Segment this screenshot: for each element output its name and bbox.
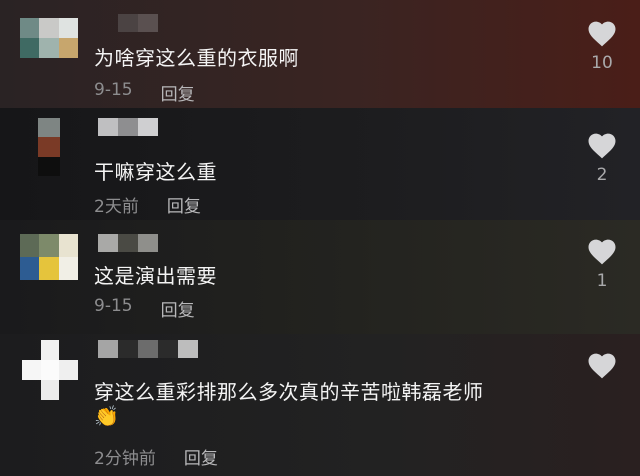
comment-meta: 2天前 回复 <box>94 192 201 217</box>
comment-meta: 9-15 回复 <box>94 296 195 321</box>
reply-button[interactable]: 回复 <box>161 80 195 105</box>
comment-meta: 9-15 回复 <box>94 80 195 105</box>
comment-meta: 2分钟前 回复 <box>94 444 218 469</box>
avatar[interactable] <box>22 340 78 400</box>
comment-time: 2分钟前 <box>94 449 156 469</box>
comment-time: 9-15 <box>94 296 133 316</box>
comment-list: 为啥穿这么重的衣服啊 9-15 回复 10 干嘛穿这么重 2天前 回复 2 这是… <box>0 0 640 476</box>
comment-text: 这是演出需要 <box>94 264 217 288</box>
avatar[interactable] <box>38 118 60 176</box>
heart-icon <box>588 21 616 47</box>
like-count: 2 <box>596 165 608 185</box>
comment-time: 2天前 <box>94 197 139 217</box>
like-button[interactable]: 2 <box>585 132 619 185</box>
like-button[interactable] <box>585 352 619 379</box>
comment-time: 9-15 <box>94 80 133 100</box>
username-obscured[interactable] <box>98 234 158 252</box>
heart-icon <box>588 133 616 159</box>
comment-text: 穿这么重彩排那么多次真的辛苦啦韩磊老师 <box>94 380 484 404</box>
username-obscured[interactable] <box>98 340 198 358</box>
reply-button[interactable]: 回复 <box>161 296 195 321</box>
clapping-hands-emoji: 👏 <box>94 404 119 428</box>
like-count: 10 <box>591 53 613 73</box>
reply-button[interactable]: 回复 <box>184 444 218 469</box>
comment-text: 为啥穿这么重的衣服啊 <box>94 46 299 70</box>
reply-button[interactable]: 回复 <box>167 192 201 217</box>
username-obscured[interactable] <box>118 14 158 32</box>
like-button[interactable]: 1 <box>585 238 619 291</box>
avatar[interactable] <box>20 18 78 58</box>
comment-text: 干嘛穿这么重 <box>94 160 217 184</box>
heart-icon <box>588 353 616 379</box>
like-button[interactable]: 10 <box>585 20 619 73</box>
heart-icon <box>588 239 616 265</box>
like-count: 1 <box>596 271 608 291</box>
avatar[interactable] <box>20 234 78 280</box>
username-obscured[interactable] <box>98 118 158 136</box>
